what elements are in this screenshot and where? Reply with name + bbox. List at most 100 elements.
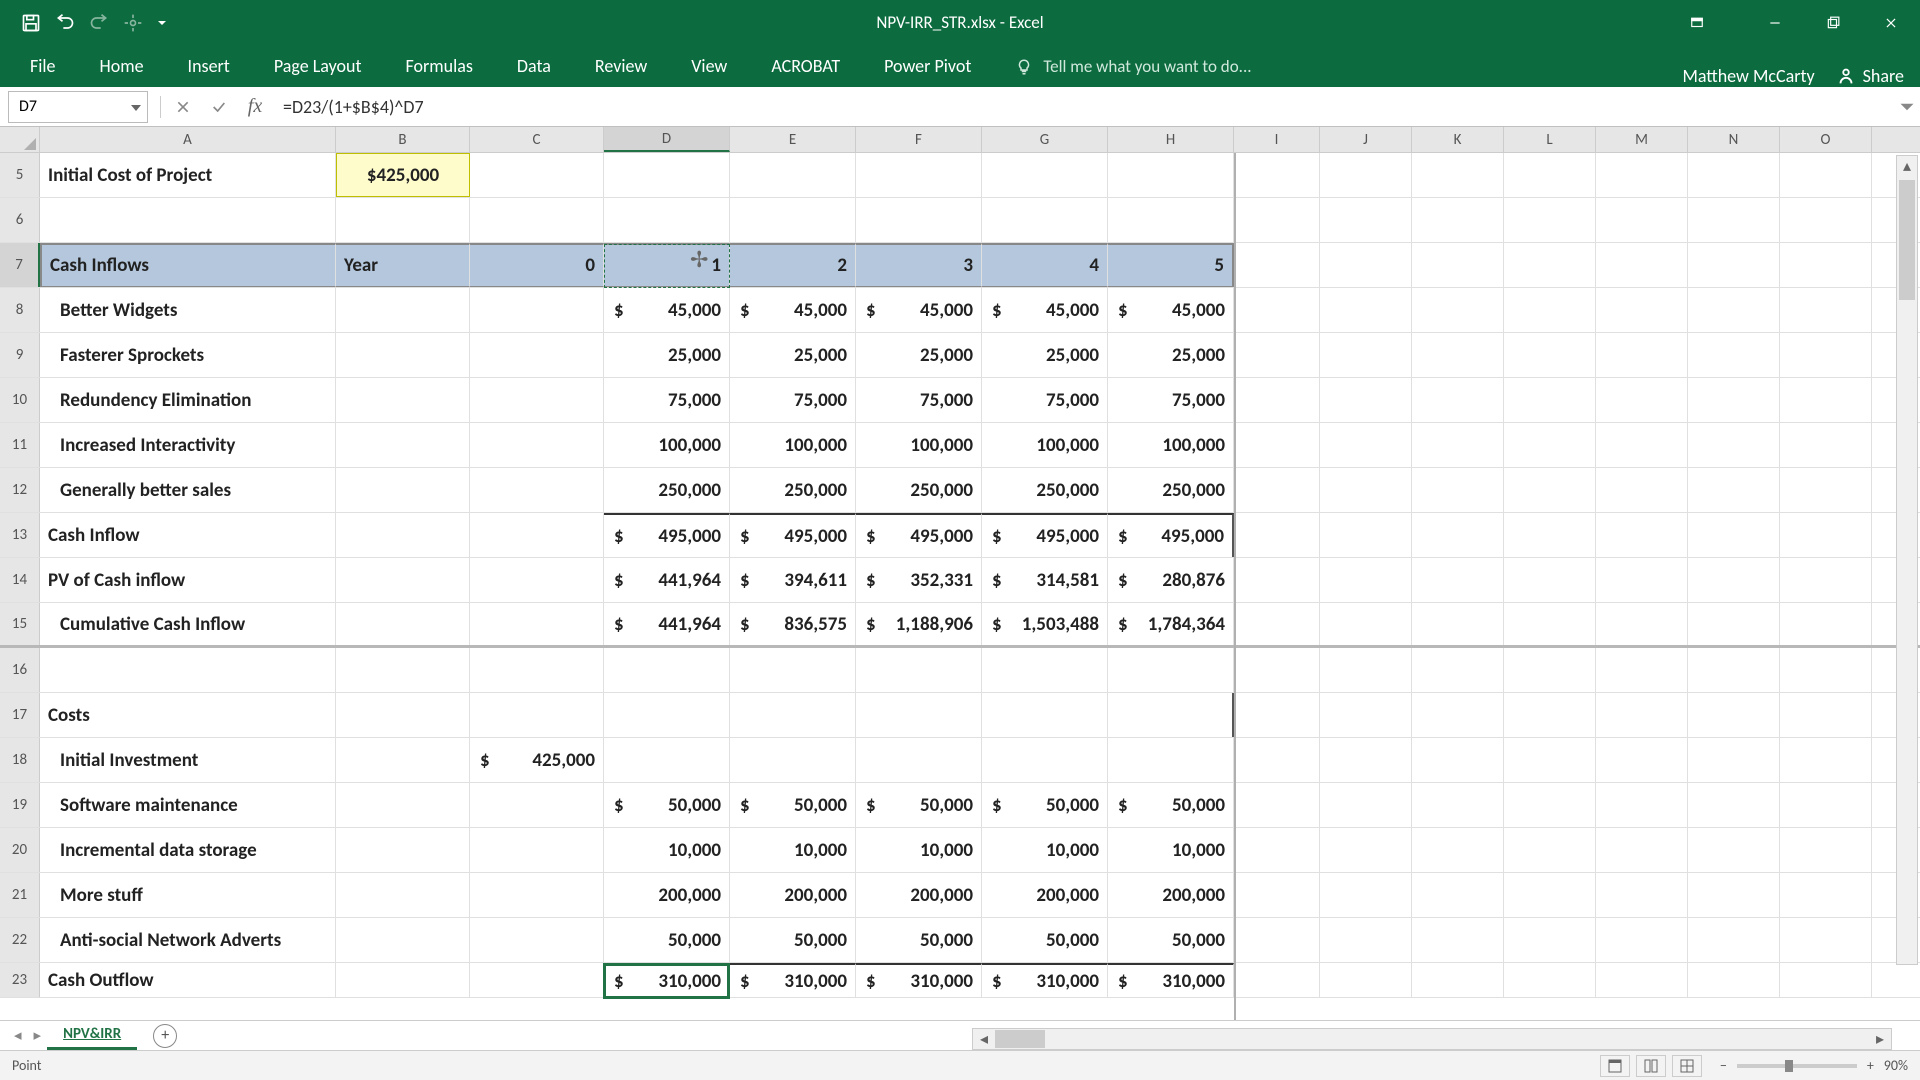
tab-data[interactable]: Data bbox=[495, 45, 573, 87]
cell-D8[interactable]: $45,000 bbox=[604, 288, 730, 332]
col-header-J[interactable]: J bbox=[1320, 127, 1412, 152]
cell-I5[interactable] bbox=[1234, 153, 1320, 197]
cell-N5[interactable] bbox=[1688, 153, 1780, 197]
new-sheet-button[interactable]: + bbox=[153, 1024, 177, 1048]
tab-insert[interactable]: Insert bbox=[166, 45, 252, 87]
tab-view[interactable]: View bbox=[669, 45, 749, 87]
tab-nav-next[interactable]: ▸ bbox=[28, 1026, 48, 1045]
worksheet-grid[interactable]: A B C D E F G H I J K L M N O 5 Initial … bbox=[0, 127, 1920, 1067]
col-header-H[interactable]: H bbox=[1108, 127, 1234, 152]
cell-J5[interactable] bbox=[1320, 153, 1412, 197]
tab-nav-prev[interactable]: ◂ bbox=[8, 1026, 28, 1045]
cell-O5[interactable] bbox=[1780, 153, 1872, 197]
col-header-K[interactable]: K bbox=[1412, 127, 1504, 152]
sheet-tab-active[interactable]: NPV&IRR bbox=[47, 1021, 137, 1050]
ribbon-display-options[interactable] bbox=[1668, 0, 1726, 45]
row-header-8[interactable]: 8 bbox=[0, 288, 40, 332]
cell-F7[interactable]: 3 bbox=[856, 243, 982, 287]
cell-F5[interactable] bbox=[856, 153, 982, 197]
row-header-5[interactable]: 5 bbox=[0, 153, 40, 197]
col-header-E[interactable]: E bbox=[730, 127, 856, 152]
row-header-6[interactable]: 6 bbox=[0, 198, 40, 242]
cell-C5[interactable] bbox=[470, 153, 604, 197]
cell-E8[interactable]: $45,000 bbox=[730, 288, 856, 332]
col-header-D[interactable]: D bbox=[604, 127, 730, 152]
redo-button[interactable] bbox=[86, 10, 112, 36]
scroll-right-arrow[interactable]: ▸ bbox=[1869, 1029, 1891, 1049]
cell-G8[interactable]: $45,000 bbox=[982, 288, 1108, 332]
horizontal-scroll-thumb[interactable] bbox=[995, 1030, 1045, 1048]
cancel-formula-button[interactable] bbox=[165, 91, 201, 123]
zoom-out-button[interactable]: − bbox=[1720, 1057, 1727, 1074]
zoom-level[interactable]: 90% bbox=[1884, 1057, 1908, 1074]
cell-A5[interactable]: Initial Cost of Project bbox=[40, 153, 336, 197]
page-break-view-button[interactable] bbox=[1672, 1055, 1702, 1077]
cell-F8[interactable]: $45,000 bbox=[856, 288, 982, 332]
undo-button[interactable] bbox=[52, 10, 78, 36]
name-box[interactable]: D7 bbox=[8, 91, 148, 123]
cell-B7[interactable]: Year bbox=[336, 243, 470, 287]
col-header-O[interactable]: O bbox=[1780, 127, 1872, 152]
share-button[interactable]: Share bbox=[1835, 65, 1904, 87]
expand-formula-bar[interactable] bbox=[1894, 94, 1920, 120]
row-14: 14 PV of Cash inflow $441,964 $394,611 $… bbox=[0, 558, 1920, 603]
cell-G7[interactable]: 4 bbox=[982, 243, 1108, 287]
save-button[interactable] bbox=[18, 10, 44, 36]
cell-E5[interactable] bbox=[730, 153, 856, 197]
normal-view-button[interactable] bbox=[1600, 1055, 1630, 1077]
insert-function-button[interactable]: fx bbox=[237, 91, 273, 123]
vertical-scroll-thumb[interactable] bbox=[1899, 180, 1915, 300]
maximize-button[interactable] bbox=[1804, 0, 1862, 45]
col-header-G[interactable]: G bbox=[982, 127, 1108, 152]
status-mode: Point bbox=[12, 1057, 41, 1074]
tab-acrobat[interactable]: ACROBAT bbox=[749, 45, 862, 87]
vertical-scrollbar[interactable]: ▴ bbox=[1896, 155, 1918, 965]
tab-power-pivot[interactable]: Power Pivot bbox=[862, 45, 993, 87]
zoom-in-button[interactable]: + bbox=[1867, 1057, 1874, 1074]
formula-input[interactable]: =D23/(1+$B$4)^D7 bbox=[273, 96, 1894, 118]
tab-review[interactable]: Review bbox=[573, 45, 669, 87]
tab-home[interactable]: Home bbox=[78, 45, 166, 87]
col-header-M[interactable]: M bbox=[1596, 127, 1688, 152]
touch-mode-button[interactable] bbox=[120, 10, 146, 36]
row-8: 8 Better Widgets $45,000 $45,000 $45,000… bbox=[0, 288, 1920, 333]
cell-C7[interactable]: 0 bbox=[470, 243, 604, 287]
zoom-slider[interactable] bbox=[1737, 1064, 1857, 1068]
col-header-I[interactable]: I bbox=[1234, 127, 1320, 152]
col-header-L[interactable]: L bbox=[1504, 127, 1596, 152]
col-header-F[interactable]: F bbox=[856, 127, 982, 152]
cell-A7[interactable]: Cash Inflows bbox=[40, 243, 336, 287]
select-all-button[interactable] bbox=[0, 127, 40, 152]
cell-K5[interactable] bbox=[1412, 153, 1504, 197]
qat-customize-dropdown[interactable] bbox=[154, 10, 170, 36]
cell-D7[interactable]: 1 bbox=[604, 243, 730, 287]
enter-formula-button[interactable] bbox=[201, 91, 237, 123]
scroll-left-arrow[interactable]: ◂ bbox=[973, 1029, 995, 1049]
cell-L5[interactable] bbox=[1504, 153, 1596, 197]
col-header-C[interactable]: C bbox=[470, 127, 604, 152]
col-header-B[interactable]: B bbox=[336, 127, 470, 152]
row-header-7[interactable]: 7 bbox=[0, 243, 40, 287]
page-layout-view-button[interactable] bbox=[1636, 1055, 1666, 1077]
cell-H8[interactable]: $45,000 bbox=[1108, 288, 1234, 332]
tell-me-search[interactable]: Tell me what you want to do... bbox=[993, 46, 1273, 87]
horizontal-scrollbar[interactable]: ◂ ▸ bbox=[972, 1028, 1892, 1050]
cell-H5[interactable] bbox=[1108, 153, 1234, 197]
cell-G5[interactable] bbox=[982, 153, 1108, 197]
minimize-button[interactable] bbox=[1746, 0, 1804, 45]
tab-page-layout[interactable]: Page Layout bbox=[252, 45, 384, 87]
cell-D5[interactable] bbox=[604, 153, 730, 197]
tab-file[interactable]: File bbox=[8, 45, 78, 87]
cell-E7[interactable]: 2 bbox=[730, 243, 856, 287]
row-22: 22 Anti-social Network Adverts 50,000 50… bbox=[0, 918, 1920, 963]
cell-A8[interactable]: Better Widgets bbox=[40, 288, 336, 332]
col-header-A[interactable]: A bbox=[40, 127, 336, 152]
user-name[interactable]: Matthew McCarty bbox=[1682, 65, 1814, 87]
scroll-up-arrow[interactable]: ▴ bbox=[1897, 156, 1917, 178]
tab-formulas[interactable]: Formulas bbox=[384, 45, 495, 87]
close-button[interactable] bbox=[1862, 0, 1920, 45]
col-header-N[interactable]: N bbox=[1688, 127, 1780, 152]
cell-M5[interactable] bbox=[1596, 153, 1688, 197]
cell-H7[interactable]: 5 bbox=[1108, 243, 1234, 287]
cell-B5[interactable]: $425,000 bbox=[336, 153, 470, 197]
